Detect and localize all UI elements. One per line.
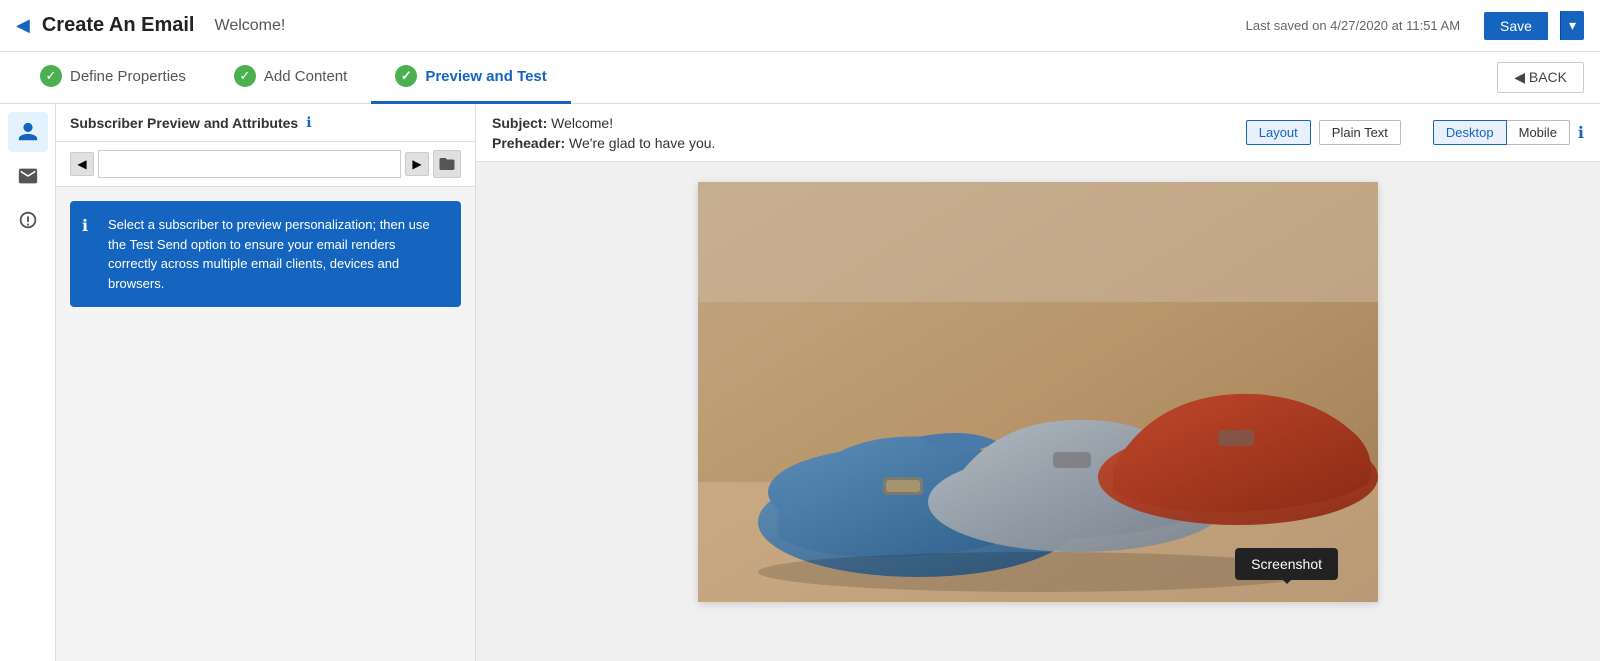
save-dropdown-button[interactable]: ▾ bbox=[1560, 11, 1584, 40]
save-button[interactable]: Save bbox=[1484, 12, 1548, 40]
preheader-label: Preheader: bbox=[492, 135, 565, 151]
desktop-view-button[interactable]: Desktop bbox=[1433, 120, 1507, 145]
step-nav-bar: ✓ Define Properties ✓ Add Content ✓ Prev… bbox=[0, 52, 1600, 104]
preheader-line: Preheader: We're glad to have you. bbox=[492, 135, 715, 151]
sidebar-icons bbox=[0, 104, 56, 661]
app-header: ◀ Create An Email Welcome! Last saved on… bbox=[0, 0, 1600, 52]
subscriber-search-input[interactable] bbox=[98, 150, 401, 178]
subject-value: Welcome! bbox=[551, 115, 613, 131]
last-saved-text: Last saved on 4/27/2020 at 11:51 AM bbox=[1246, 18, 1460, 33]
step-define-icon: ✓ bbox=[40, 65, 62, 87]
right-panel: Subject: Welcome! Preheader: We're glad … bbox=[476, 104, 1600, 661]
panel-info-icon[interactable]: ℹ bbox=[306, 114, 311, 131]
page-title: Create An Email bbox=[42, 14, 195, 37]
step-content-icon: ✓ bbox=[234, 65, 256, 87]
email-preview-header: Subject: Welcome! Preheader: We're glad … bbox=[476, 104, 1600, 162]
plain-text-view-button[interactable]: Plain Text bbox=[1319, 120, 1401, 145]
step-add-content[interactable]: ✓ Add Content bbox=[210, 52, 371, 104]
email-preview-container: Screenshot bbox=[698, 182, 1378, 602]
preheader-value: We're glad to have you. bbox=[569, 135, 715, 151]
subscriber-next-button[interactable]: ▶ bbox=[405, 152, 429, 176]
layout-view-button[interactable]: Layout bbox=[1246, 120, 1311, 145]
step-define-label: Define Properties bbox=[70, 68, 186, 85]
sidebar-email-icon[interactable] bbox=[8, 156, 48, 196]
screenshot-tooltip[interactable]: Screenshot bbox=[1235, 548, 1338, 580]
left-panel-header: Subscriber Preview and Attributes ℹ bbox=[56, 104, 475, 142]
main-layout: Subscriber Preview and Attributes ℹ ◀ ▶ … bbox=[0, 104, 1600, 661]
info-box-icon: ℹ bbox=[82, 215, 88, 239]
left-panel: Subscriber Preview and Attributes ℹ ◀ ▶ … bbox=[56, 104, 476, 661]
back-button[interactable]: ◀ BACK bbox=[1497, 62, 1584, 93]
step-preview-icon: ✓ bbox=[395, 65, 417, 87]
info-box-text: Select a subscriber to preview personali… bbox=[108, 217, 430, 291]
subscriber-panel-title: Subscriber Preview and Attributes bbox=[70, 115, 298, 131]
email-hero-image: Screenshot bbox=[698, 182, 1378, 602]
sidebar-subscriber-icon[interactable] bbox=[8, 112, 48, 152]
preview-info-icon[interactable]: ℹ bbox=[1578, 123, 1584, 143]
page-subtitle: Welcome! bbox=[215, 17, 286, 35]
step-define-properties[interactable]: ✓ Define Properties bbox=[16, 52, 210, 104]
personalization-info-box: ℹ Select a subscriber to preview persona… bbox=[70, 201, 461, 307]
step-preview-test[interactable]: ✓ Preview and Test bbox=[371, 52, 570, 104]
step-content-label: Add Content bbox=[264, 68, 347, 85]
subject-label: Subject: bbox=[492, 115, 547, 131]
email-preview-area: Screenshot bbox=[476, 162, 1600, 661]
subscriber-prev-button[interactable]: ◀ bbox=[70, 152, 94, 176]
back-arrow[interactable]: ◀ bbox=[16, 15, 30, 36]
subject-line: Subject: Welcome! bbox=[492, 115, 715, 131]
sidebar-palette-icon[interactable] bbox=[8, 200, 48, 240]
subscriber-nav: ◀ ▶ bbox=[56, 142, 475, 187]
view-controls: Layout Plain Text Desktop Mobile ℹ bbox=[1246, 120, 1584, 145]
subscriber-folder-button[interactable] bbox=[433, 150, 461, 178]
mobile-view-button[interactable]: Mobile bbox=[1507, 120, 1570, 145]
subject-preheader-block: Subject: Welcome! Preheader: We're glad … bbox=[492, 115, 715, 151]
desktop-mobile-toggle: Desktop Mobile bbox=[1433, 120, 1570, 145]
step-preview-label: Preview and Test bbox=[425, 68, 546, 85]
